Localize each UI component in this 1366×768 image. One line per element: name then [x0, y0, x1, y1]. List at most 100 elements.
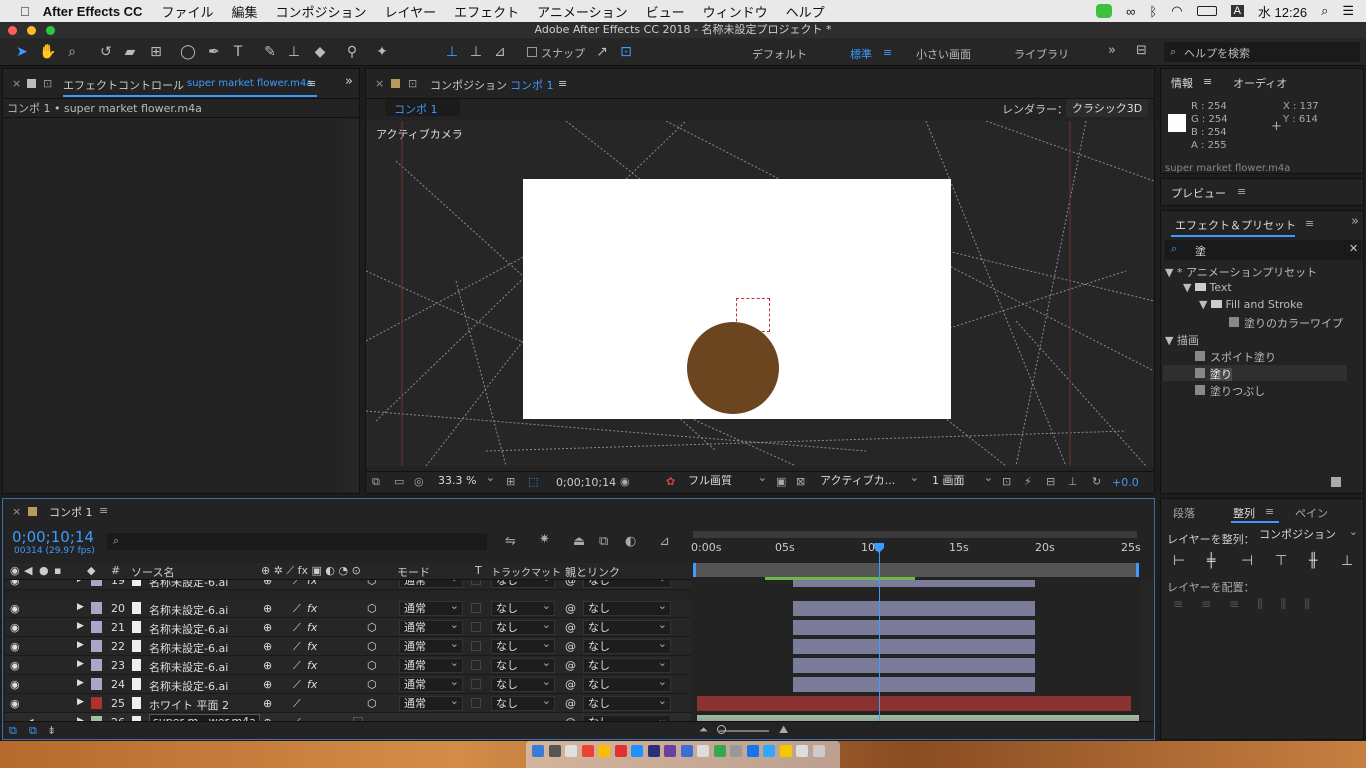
notification-center-icon[interactable]: ☰ [1342, 3, 1354, 19]
eye-toggle-icon[interactable]: ◉ [10, 621, 20, 634]
workspace-small-screen[interactable]: 小さい画面 [916, 46, 971, 62]
effect-fill-selected[interactable] [1163, 365, 1347, 381]
align-top-icon[interactable]: ⊤ [1275, 553, 1287, 569]
type-tool-icon[interactable]: T [228, 42, 248, 62]
rotate-tool-icon[interactable]: ↺ [96, 42, 116, 62]
fx-switch-icon[interactable]: fx [307, 602, 317, 615]
motion-blur-icon[interactable]: ◐ [625, 534, 636, 549]
app-menu[interactable]: After Effects CC [39, 4, 153, 19]
info-tab[interactable]: 情報 [1171, 75, 1193, 91]
panel-overflow-icon[interactable]: » [345, 74, 353, 89]
exposure-value[interactable]: +0.0 [1112, 476, 1139, 489]
blend-mode-select[interactable]: 通常 [399, 694, 463, 711]
eye-toggle-icon[interactable]: ◉ [10, 678, 20, 691]
menu-help[interactable]: ヘルプ [777, 2, 834, 21]
label-color-swatch[interactable] [91, 580, 102, 586]
input-source-icon[interactable]: A [1230, 5, 1244, 17]
twirl-arrow-icon[interactable]: ▶ [77, 678, 84, 688]
3d-layer-icon[interactable]: ⬡ [367, 640, 377, 653]
timeline-vertical-scrollbar[interactable] [1141, 579, 1153, 721]
transparency-grid-icon[interactable]: ⬚ [528, 475, 538, 488]
monitor-icon[interactable]: ▭ [394, 475, 404, 488]
shy-switch-icon[interactable]: ⊕ [263, 621, 272, 634]
twirl-arrow-icon[interactable]: ▶ [77, 659, 84, 669]
effects-presets-overflow-icon[interactable]: » [1351, 214, 1359, 229]
effect-controls-title[interactable]: エフェクトコントロール [63, 77, 184, 93]
twirl-arrow-icon[interactable]: ▶ [77, 640, 84, 650]
align-bottom-icon[interactable]: ⊥ [1341, 553, 1353, 569]
3d-layer-icon[interactable]: ⬡ [367, 697, 377, 710]
toggle-switches-icon[interactable]: ⧉ [9, 724, 17, 738]
track-matte-select[interactable]: なし [491, 599, 555, 616]
line-icon[interactable] [1096, 4, 1113, 18]
preserve-transparency-box[interactable] [471, 603, 481, 613]
preset-folder-text[interactable]: ▼ Text [1183, 281, 1232, 294]
label-color-swatch[interactable] [91, 640, 102, 652]
dock-app-icon[interactable] [779, 745, 792, 757]
preserve-transparency-box[interactable] [471, 622, 481, 632]
layer-row-22[interactable]: ◉ ▶ 22 名称未設定-6.ai ⊕ ⟋ fx ⬡ 通常 なし @ なし [5, 637, 691, 656]
views-layout-select[interactable]: 1 画面 [928, 471, 996, 489]
layer-duration-bar-20[interactable] [793, 601, 1035, 616]
pick-whip-icon[interactable]: @ [565, 697, 576, 710]
blend-mode-select[interactable]: 通常 [399, 580, 463, 588]
layer-duration-bar-23[interactable] [793, 658, 1035, 673]
pan-behind-tool-icon[interactable]: ⊞ [146, 42, 166, 62]
parent-select[interactable]: なし [583, 656, 671, 673]
transparency-toggle-icon[interactable]: ⊠ [796, 475, 805, 488]
panel-lock-toggle-icon[interactable]: ⊡ [43, 77, 52, 90]
dock-app-icon[interactable] [713, 745, 726, 757]
shy-switch-icon[interactable]: ⊕ [263, 697, 272, 710]
pick-whip-icon[interactable]: @ [565, 659, 576, 672]
snap-feather-icon[interactable]: ↗ [592, 42, 612, 62]
effect-controls-scrollbar[interactable] [343, 119, 359, 493]
preset-folder-fill-stroke[interactable]: ▼ Fill and Stroke [1199, 298, 1303, 311]
dock-app-icon[interactable] [548, 745, 561, 757]
preview-menu-icon[interactable]: ≡ [1237, 185, 1246, 198]
mask-visibility-icon[interactable]: ◎ [414, 475, 424, 488]
workspace-libraries[interactable]: ライブラリ [1014, 46, 1069, 62]
always-preview-icon[interactable]: ⧉ [372, 475, 380, 489]
snap-grid-icon[interactable]: ⊡ [616, 42, 636, 62]
workspace-standard[interactable]: 標準 [850, 46, 872, 62]
track-matte-select[interactable]: なし [491, 656, 555, 673]
effects-presets-menu-icon[interactable]: ≡ [1305, 217, 1314, 230]
fx-switch-icon[interactable]: fx [307, 640, 317, 653]
layer-search-field[interactable]: ⌕ [107, 533, 487, 550]
toggle-view-options-icon[interactable]: ⊡ [1002, 475, 1011, 488]
renderer-button[interactable]: クラシック3D [1066, 99, 1149, 117]
layer-name[interactable]: 名称未設定-6.ai [149, 678, 228, 693]
preserve-transparency-box[interactable] [471, 660, 481, 670]
frame-blending-icon[interactable]: ⧉ [599, 534, 608, 549]
effect-controls-file[interactable]: super market flower.m4a [187, 78, 312, 89]
dock-app-icon[interactable] [730, 745, 742, 757]
layer-name[interactable]: 名称未設定-6.ai [149, 602, 228, 617]
work-area-bar[interactable] [693, 531, 1137, 538]
apple-icon[interactable]:  [0, 4, 39, 19]
local-axis-icon[interactable]: ⊥ [442, 42, 462, 62]
creative-cloud-icon[interactable]: ∞ [1126, 4, 1135, 19]
draft-3d-icon[interactable]: ✷ [539, 532, 550, 547]
blend-mode-select[interactable]: 通常 [399, 599, 463, 616]
menu-view[interactable]: ビュー [637, 2, 694, 21]
pick-whip-icon[interactable]: @ [565, 580, 576, 587]
dock-app-icon[interactable] [598, 745, 610, 757]
track-matte-select[interactable]: なし [491, 618, 555, 635]
align-right-icon[interactable]: ⊣ [1241, 553, 1253, 569]
twirl-arrow-icon[interactable]: ▶ [77, 602, 84, 612]
eye-toggle-icon[interactable]: ◉ [10, 640, 20, 653]
effect-bucket-fill[interactable]: 塗りつぶし [1195, 383, 1265, 399]
comp-tab[interactable]: コンポ 1 [385, 99, 460, 116]
parent-select[interactable]: なし [583, 637, 671, 654]
3d-layer-icon[interactable]: ⬡ [367, 602, 377, 615]
region-of-interest-icon[interactable]: ▣ [776, 475, 786, 488]
graph-editor-icon[interactable]: ⊿ [659, 534, 670, 549]
fx-switch-icon[interactable]: fx [307, 580, 317, 587]
layer-duration-bar-21[interactable] [793, 620, 1035, 635]
comp-mini-flowchart-icon[interactable]: ⇋ [505, 534, 516, 549]
dock-app-icon[interactable] [664, 745, 676, 757]
layer-name[interactable]: 名称未設定-6.ai [149, 659, 228, 674]
track-matte-select[interactable]: なし [491, 694, 555, 711]
brown-circle-layer[interactable] [687, 322, 779, 414]
workspace-menu-icon[interactable]: ≡ [883, 46, 892, 59]
